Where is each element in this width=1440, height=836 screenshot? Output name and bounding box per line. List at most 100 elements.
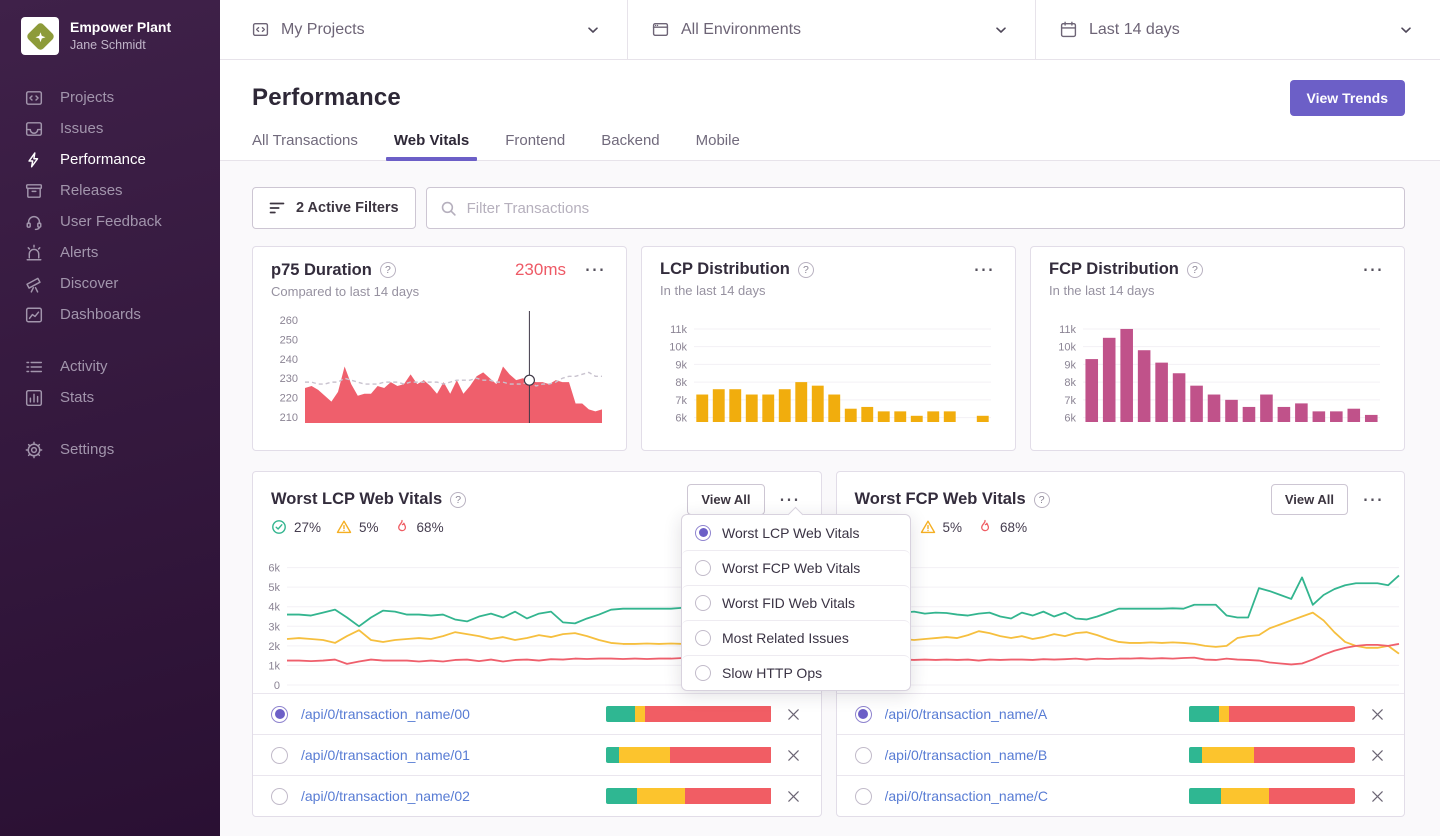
svg-text:10k: 10k xyxy=(1058,342,1076,354)
page-header: Performance View Trends All Transactions… xyxy=(220,60,1440,161)
tab-backend[interactable]: Backend xyxy=(601,132,659,160)
card-subtitle: In the last 14 days xyxy=(660,283,997,298)
poor-percentage: 68% xyxy=(417,520,444,535)
transaction-link[interactable]: /api/0/transaction_name/A xyxy=(885,706,1177,722)
view-all-button[interactable]: View All xyxy=(687,484,764,515)
card-menu-icon[interactable]: ⋯ xyxy=(1360,495,1386,505)
transaction-link[interactable]: /api/0/transaction_name/01 xyxy=(301,747,593,763)
help-icon[interactable]: ? xyxy=(1034,492,1050,508)
filter-icon xyxy=(269,200,285,216)
card-subtitle: Compared to last 14 days xyxy=(271,284,608,299)
issues-icon xyxy=(25,120,43,138)
view-trends-button[interactable]: View Trends xyxy=(1290,80,1405,116)
radio-button[interactable] xyxy=(271,747,288,764)
environment-selector[interactable]: All Environments xyxy=(628,0,1036,59)
transaction-row[interactable]: /api/0/transaction_name/A xyxy=(837,693,1405,734)
card-title: Worst LCP Web Vitals xyxy=(271,490,442,509)
transaction-search[interactable] xyxy=(426,187,1405,229)
tab-frontend[interactable]: Frontend xyxy=(505,132,565,160)
help-icon[interactable]: ? xyxy=(798,262,814,278)
transaction-row[interactable]: /api/0/transaction_name/C xyxy=(837,775,1405,816)
menu-option-worst-fcp[interactable]: Worst FCP Web Vitals xyxy=(682,550,910,585)
lcp-distribution-chart[interactable]: 6k7k8k9k10k11k xyxy=(660,306,997,430)
transaction-row[interactable]: /api/0/transaction_name/01 xyxy=(253,734,821,775)
date-range-selector[interactable]: Last 14 days xyxy=(1036,0,1440,59)
card-menu-icon[interactable]: ⋯ xyxy=(971,265,997,275)
svg-text:6k: 6k xyxy=(675,413,687,425)
p75-duration-card: p75 Duration ? 230ms ⋯ Compared to last … xyxy=(252,246,627,451)
close-icon[interactable] xyxy=(1368,746,1386,764)
transaction-link[interactable]: /api/0/transaction_name/B xyxy=(885,747,1177,763)
chevron-down-icon xyxy=(1398,22,1414,38)
org-user: Jane Schmidt xyxy=(70,37,171,53)
page-title: Performance xyxy=(252,84,401,112)
card-menu-icon[interactable]: ⋯ xyxy=(777,495,803,505)
support-icon xyxy=(25,213,43,231)
transaction-link[interactable]: /api/0/transaction_name/00 xyxy=(301,706,593,722)
radio-button[interactable] xyxy=(855,788,872,805)
help-icon[interactable]: ? xyxy=(1187,262,1203,278)
fcp-distribution-chart[interactable]: 6k7k8k9k10k11k xyxy=(1049,306,1386,430)
menu-option-worst-fid[interactable]: Worst FID Web Vitals xyxy=(682,585,910,620)
chevron-down-icon xyxy=(993,22,1009,38)
svg-text:210: 210 xyxy=(280,412,298,424)
org-switcher[interactable]: Empower Plant Jane Schmidt xyxy=(0,0,220,55)
view-all-button[interactable]: View All xyxy=(1271,484,1348,515)
active-filters-button[interactable]: 2 Active Filters xyxy=(252,187,416,229)
radio-button[interactable] xyxy=(271,706,288,723)
sidebar-item-settings[interactable]: Settings xyxy=(0,434,220,465)
tab-web-vitals[interactable]: Web Vitals xyxy=(394,132,469,160)
vitals-distribution-bar xyxy=(1189,706,1355,722)
svg-text:260: 260 xyxy=(280,315,298,327)
sidebar-item-projects[interactable]: Projects xyxy=(0,82,220,113)
card-subtitle: In the last 14 days xyxy=(1049,283,1386,298)
close-icon[interactable] xyxy=(785,746,803,764)
sidebar-item-dashboards[interactable]: Dashboards xyxy=(0,299,220,330)
help-icon[interactable]: ? xyxy=(380,262,396,278)
list-icon xyxy=(25,358,43,376)
p75-duration-chart[interactable]: 210220230240250260 xyxy=(271,307,608,431)
vitals-distribution-bar xyxy=(606,706,772,722)
close-icon[interactable] xyxy=(785,787,803,805)
menu-option-most-related-issues[interactable]: Most Related Issues xyxy=(682,620,910,655)
sidebar-item-releases[interactable]: Releases xyxy=(0,175,220,206)
sidebar-item-performance[interactable]: Performance xyxy=(0,144,220,175)
card-menu-icon[interactable]: ⋯ xyxy=(582,265,608,275)
tab-mobile[interactable]: Mobile xyxy=(696,132,740,160)
transaction-link[interactable]: /api/0/transaction_name/02 xyxy=(301,788,593,804)
menu-option-worst-lcp[interactable]: Worst LCP Web Vitals xyxy=(682,515,910,550)
svg-text:220: 220 xyxy=(280,393,298,405)
radio-button[interactable] xyxy=(855,706,872,723)
sidebar-item-issues[interactable]: Issues xyxy=(0,113,220,144)
sidebar-item-stats[interactable]: Stats xyxy=(0,382,220,413)
help-icon[interactable]: ? xyxy=(450,492,466,508)
card-title: Worst FCP Web Vitals xyxy=(855,490,1026,509)
radio-button xyxy=(695,630,711,646)
transaction-row[interactable]: /api/0/transaction_name/B xyxy=(837,734,1405,775)
search-input[interactable] xyxy=(467,200,1391,217)
close-icon[interactable] xyxy=(1368,705,1386,723)
tab-all-transactions[interactable]: All Transactions xyxy=(252,132,358,160)
radio-button[interactable] xyxy=(271,788,288,805)
transaction-link[interactable]: /api/0/transaction_name/C xyxy=(885,788,1177,804)
svg-text:11k: 11k xyxy=(670,324,687,336)
app-window: Empower Plant Jane Schmidt Projects Issu… xyxy=(0,0,1440,836)
global-filter-bar: My Projects All Environments Last 14 day… xyxy=(220,0,1440,60)
sidebar-item-user-feedback[interactable]: User Feedback xyxy=(0,206,220,237)
fire-icon xyxy=(394,519,410,535)
radio-button[interactable] xyxy=(855,747,872,764)
close-icon[interactable] xyxy=(1368,787,1386,805)
sidebar-item-discover[interactable]: Discover xyxy=(0,268,220,299)
sidebar-item-alerts[interactable]: Alerts xyxy=(0,237,220,268)
transaction-row[interactable]: /api/0/transaction_name/00 xyxy=(253,693,821,734)
project-selector[interactable]: My Projects xyxy=(220,0,628,59)
menu-option-slow-http-ops[interactable]: Slow HTTP Ops xyxy=(682,655,910,690)
svg-text:6k: 6k xyxy=(1064,413,1076,425)
sidebar-item-activity[interactable]: Activity xyxy=(0,351,220,382)
transaction-row[interactable]: /api/0/transaction_name/02 xyxy=(253,775,821,816)
worst-fcp-chart[interactable]: 01k2k3k4k5k6k xyxy=(837,543,1405,693)
svg-text:7k: 7k xyxy=(1064,395,1076,407)
close-icon[interactable] xyxy=(785,705,803,723)
card-menu-icon[interactable]: ⋯ xyxy=(1360,265,1386,275)
nav-divider xyxy=(0,330,220,351)
